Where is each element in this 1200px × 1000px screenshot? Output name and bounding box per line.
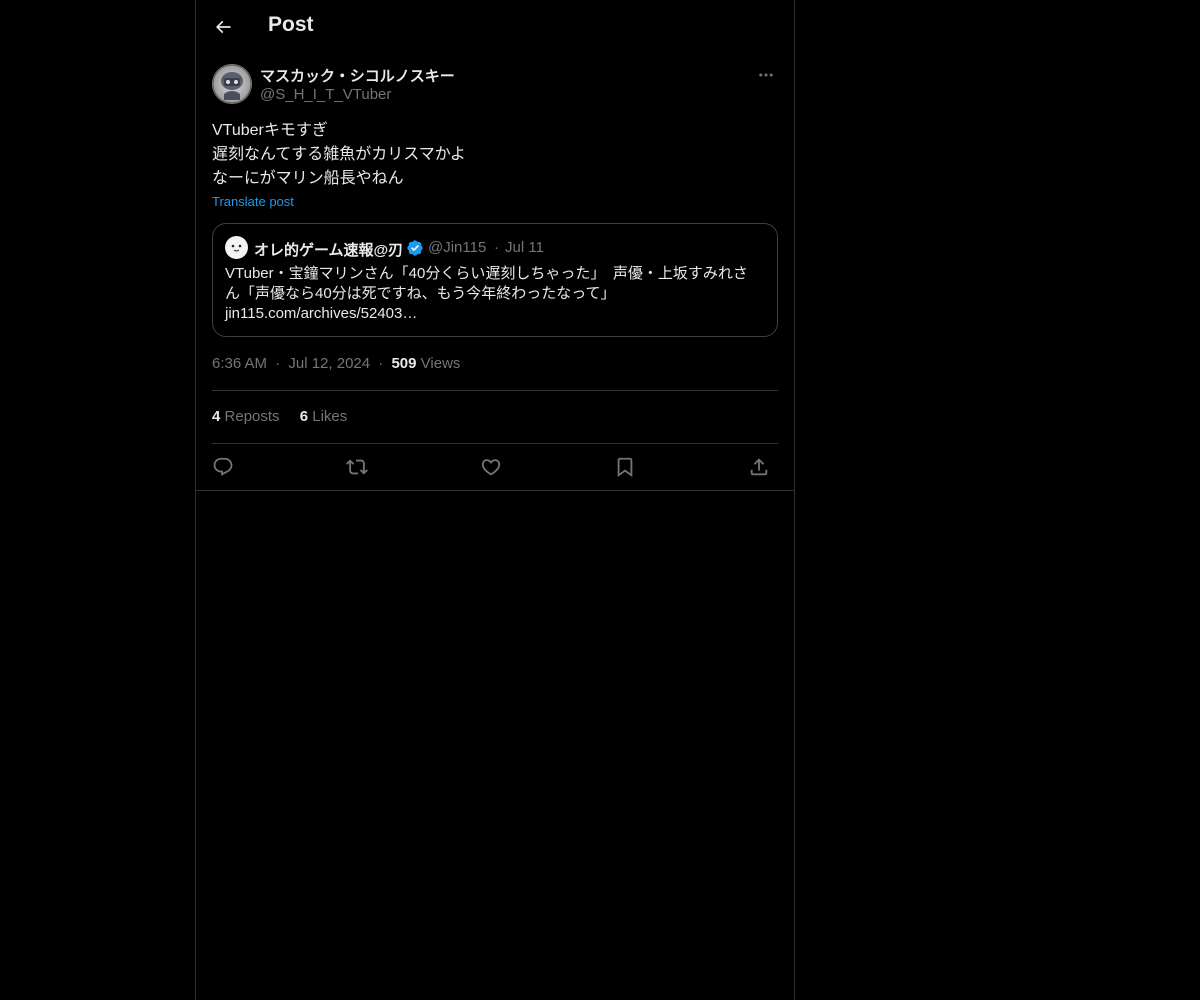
views-count: 509: [391, 355, 417, 372]
divider: [212, 390, 778, 391]
repost-icon: [346, 459, 368, 475]
post-bottom-border: [196, 490, 794, 491]
meta-separator: ·: [378, 355, 384, 372]
action-bar: [212, 452, 778, 482]
post-text-line: VTuberキモすぎ: [212, 122, 328, 139]
post-date[interactable]: Jul 12, 2024: [288, 355, 370, 372]
likes-stat[interactable]: 6 Likes: [300, 408, 348, 425]
reposts-label: Reposts: [224, 408, 280, 425]
back-button[interactable]: [208, 12, 238, 42]
more-horizontal-icon: [759, 73, 773, 77]
arrow-left-icon: [215, 20, 231, 34]
page-title: Post: [268, 13, 314, 36]
more-button[interactable]: [754, 64, 778, 86]
reply-icon: [213, 457, 233, 476]
heart-icon: [481, 459, 501, 476]
share-icon: [750, 458, 768, 476]
quote-body-line: jin115.com/archives/52403…: [225, 305, 418, 322]
quote-avatar-face: [225, 236, 248, 259]
repost-button[interactable]: [344, 454, 370, 480]
post-text-line: なーにがマリン船長やねん: [212, 170, 404, 187]
verified-badge-icon: [406, 239, 424, 257]
avatar-figure: [212, 64, 252, 104]
engagement-stats: 4 Reposts 6 Likes: [212, 408, 363, 425]
quote-separator: ·: [494, 239, 499, 256]
author-name[interactable]: マスカック・シコルノスキー: [260, 65, 455, 86]
likes-count: 6: [299, 408, 309, 425]
quote-date: Jul 11: [505, 239, 544, 256]
quote-author-avatar: [225, 236, 248, 259]
post-text-line: 遅刻なんてする雑魚がカリスマかよ: [212, 146, 466, 163]
author-avatar[interactable]: [212, 64, 252, 104]
reposts-stat[interactable]: 4 Reposts: [212, 408, 280, 425]
author-row: マスカック・シコルノスキー @S_H_I_T_VTuber: [212, 64, 778, 108]
post-column: Post マスカック・シコルノスキー @S_H_I_T_VTuber VTube…: [195, 0, 795, 1000]
author-handle[interactable]: @S_H_I_T_VTuber: [260, 86, 391, 103]
quote-author-name: オレ的ゲーム速報@刃: [254, 242, 404, 259]
likes-label: Likes: [312, 408, 348, 425]
bookmark-icon: [617, 457, 633, 478]
reposts-count: 4: [212, 408, 221, 425]
reply-button[interactable]: [210, 454, 236, 480]
views-label: Views: [420, 355, 461, 372]
translate-post-link[interactable]: Translate post: [212, 194, 294, 209]
quote-author-handle: @Jin115: [428, 239, 487, 256]
post-header: Post: [196, 0, 794, 53]
quote-body: VTuber・宝鐘マリンさん「40分くらい遅刻しちゃった」 声優・上坂すみれさ …: [225, 264, 765, 324]
like-button[interactable]: [478, 454, 504, 480]
post-time[interactable]: 6:36 AM: [212, 355, 267, 372]
quote-body-line: ん「声優なら40分は死ですね、もう今年終わったなって」: [225, 285, 616, 302]
share-button[interactable]: [746, 454, 772, 480]
bookmark-button[interactable]: [612, 454, 638, 480]
post-text: VTuberキモすぎ 遅刻なんてする雑魚がカリスマかよ なーにがマリン船長やねん: [212, 119, 778, 191]
divider: [212, 443, 778, 444]
quoted-post-card[interactable]: オレ的ゲーム速報@刃 @Jin115 · Jul 11 VTuber・宝鐘マリン…: [212, 223, 778, 337]
post-meta: 6:36 AM · Jul 12, 2024 · 509 Views: [212, 355, 460, 372]
meta-separator: ·: [275, 355, 281, 372]
quote-body-line: VTuber・宝鐘マリンさん「40分くらい遅刻しちゃった」 声優・上坂すみれさ: [225, 265, 748, 282]
